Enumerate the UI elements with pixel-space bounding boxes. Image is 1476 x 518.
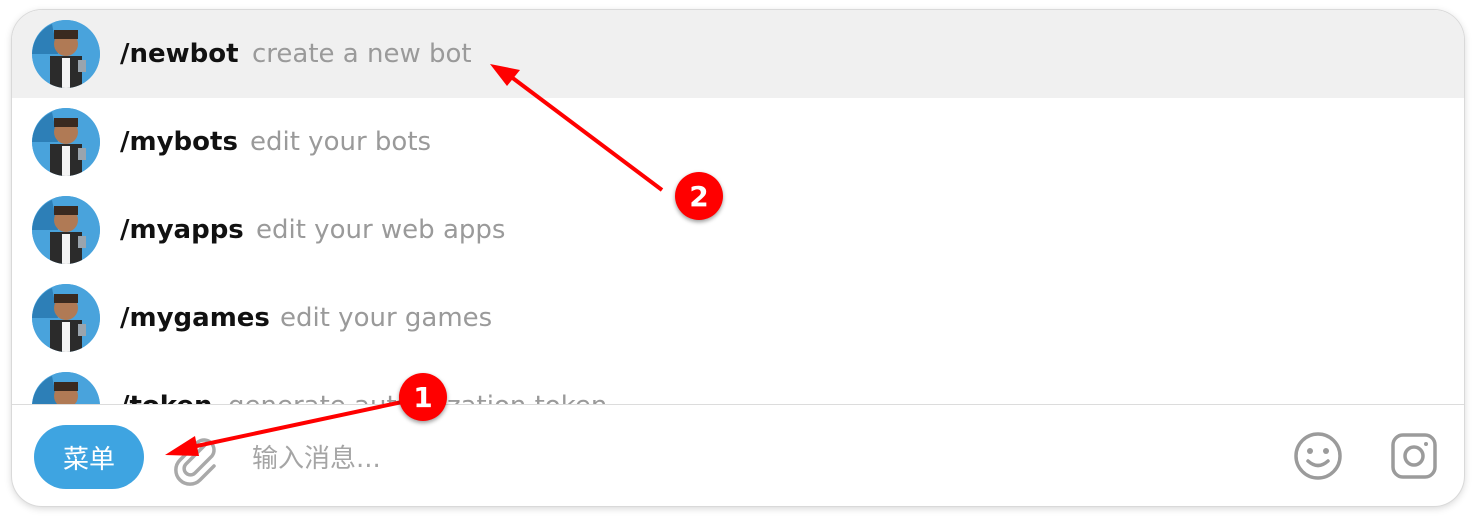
smiley-icon[interactable] [1292,430,1344,482]
instagram-camera-icon[interactable] [1390,432,1438,480]
command-item-mybots[interactable]: /mybots edit your bots [12,98,1464,186]
command-description: create a new bot [252,39,472,69]
command-name: /myapps [120,215,244,245]
command-description: edit your bots [250,127,432,157]
command-item-newbot[interactable]: /newbot create a new bot [12,10,1464,98]
command-name: /mygames [120,303,270,333]
message-input[interactable] [250,430,1274,488]
menu-button-label: 菜单 [62,444,115,475]
bot-avatar [32,284,100,352]
command-item-mygames[interactable]: /mygames edit your games [12,274,1464,362]
bot-avatar [32,196,100,264]
menu-button[interactable]: 菜单 [34,425,144,489]
command-description: edit your games [280,303,493,333]
bot-avatar [32,108,100,176]
command-item-myapps[interactable]: /myapps edit your web apps [12,186,1464,274]
annotation-badge-1: 1 [399,373,447,421]
bot-avatar [32,20,100,88]
command-panel: /newbot create a new bot /mybots edit yo… [12,10,1464,506]
command-name: /newbot [120,39,239,69]
command-name: /token [120,391,213,404]
annotation-label: 2 [689,179,709,213]
command-list: /newbot create a new bot /mybots edit yo… [12,10,1464,404]
command-item-token[interactable]: /token generate authorization token [12,362,1464,404]
bot-avatar [32,372,100,404]
annotation-badge-2: 2 [675,172,723,220]
command-description: edit your web apps [256,215,506,245]
paperclip-icon[interactable] [168,430,224,486]
composer-divider [12,404,1464,405]
annotation-label: 1 [413,380,433,414]
command-name: /mybots [120,127,238,157]
